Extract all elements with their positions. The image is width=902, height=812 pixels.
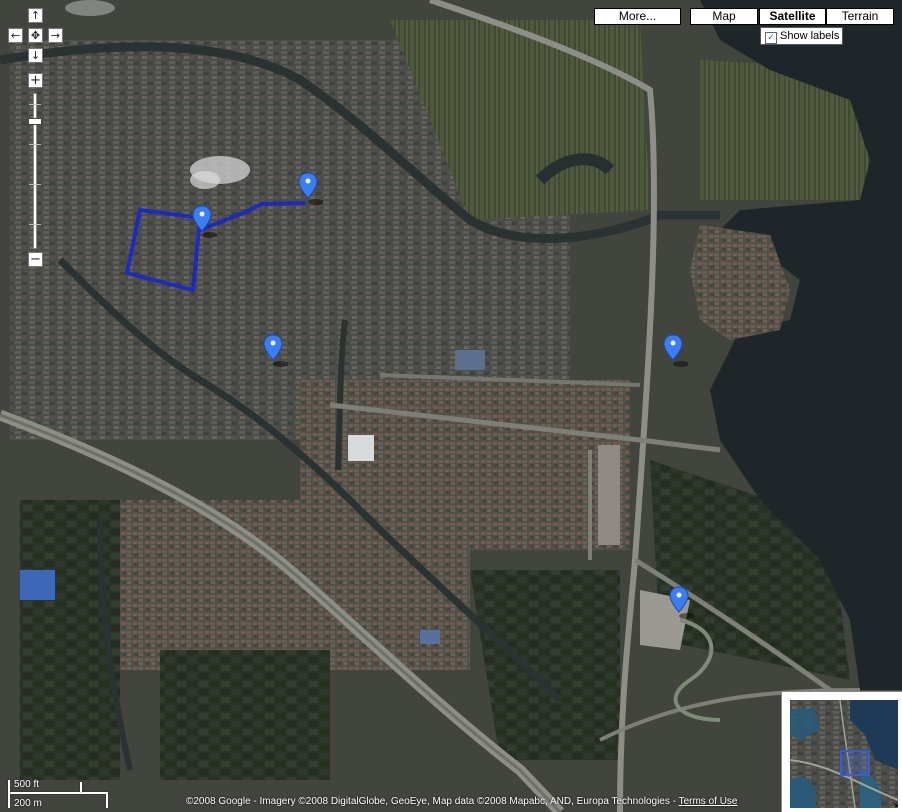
scale-bar <box>8 792 108 794</box>
pan-right-button[interactable]: → <box>48 28 63 43</box>
map-marker[interactable] <box>662 334 688 368</box>
zoom-out-button[interactable]: − <box>28 252 43 267</box>
map-type-terrain-button[interactable]: Terrain <box>826 8 894 25</box>
map-marker[interactable] <box>297 172 323 206</box>
copyright-notice: ©2008 Google - Imagery ©2008 DigitalGlob… <box>186 796 737 807</box>
zoom-tick <box>29 144 41 145</box>
pan-up-button[interactable]: ↑ <box>28 8 43 23</box>
zoom-track[interactable] <box>33 93 37 249</box>
overview-map[interactable]: ↘ <box>781 691 902 812</box>
scale-metric-label: 200 m <box>14 798 42 809</box>
scale-imperial-label: 500 ft <box>14 779 40 790</box>
zoom-tick <box>29 184 41 185</box>
map-marker[interactable] <box>191 205 217 239</box>
pan-down-button[interactable]: ↓ <box>28 48 43 63</box>
zoom-in-button[interactable]: + <box>28 73 43 88</box>
map-marker[interactable] <box>668 586 694 620</box>
scale-bar-left-tick <box>8 780 10 808</box>
zoom-slider-handle[interactable] <box>28 118 42 125</box>
scale-bar-imperial-tick <box>80 782 82 792</box>
map-marker[interactable] <box>262 334 288 368</box>
satellite-map[interactable] <box>0 0 902 812</box>
show-labels-toggle[interactable]: ✓ Show labels <box>760 27 843 45</box>
terms-of-use-link[interactable]: Terms of Use <box>679 796 738 807</box>
satellite-imagery <box>0 0 902 812</box>
map-type-satellite-button[interactable]: Satellite <box>759 8 826 25</box>
pan-center-button[interactable]: ✥ <box>28 28 43 43</box>
zoom-tick <box>29 104 41 105</box>
pan-left-button[interactable]: ← <box>8 28 23 43</box>
map-type-map-button[interactable]: Map <box>690 8 758 25</box>
zoom-tick <box>29 224 41 225</box>
overview-collapse-icon[interactable]: ↘ <box>890 800 900 810</box>
scale-bar-metric-tick <box>106 794 108 808</box>
copyright-text: ©2008 Google - Imagery ©2008 DigitalGlob… <box>186 796 679 807</box>
overview-viewport-box[interactable] <box>840 750 870 776</box>
more-button[interactable]: More... <box>594 8 681 25</box>
show-labels-label: Show labels <box>780 30 840 42</box>
overview-map-imagery <box>790 700 898 808</box>
show-labels-checkbox[interactable]: ✓ <box>765 32 777 44</box>
